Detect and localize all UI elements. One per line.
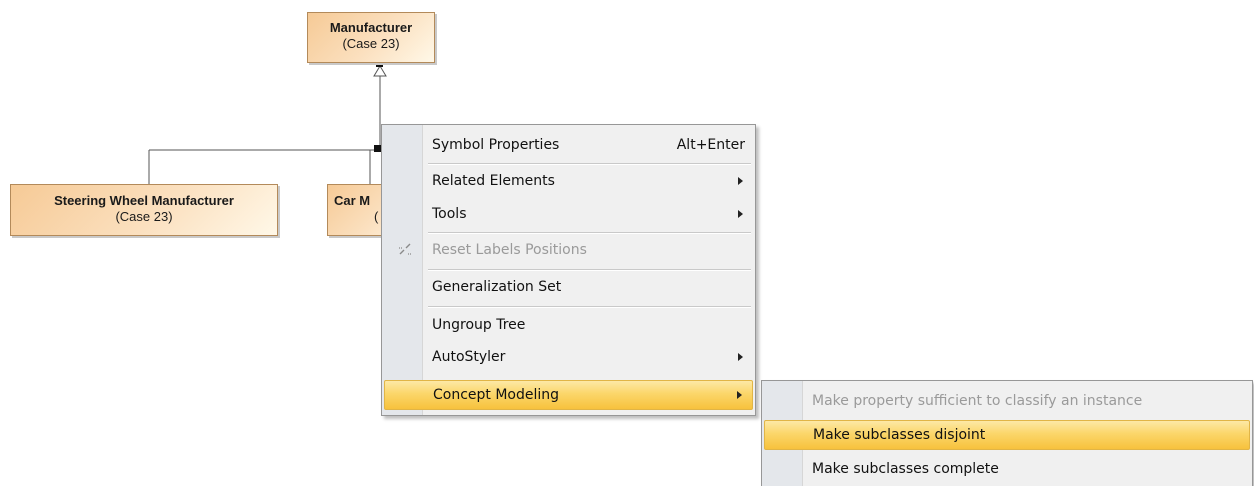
menu-item-reset-labels-positions[interactable]: Reset Labels Positions xyxy=(384,236,753,266)
menu-item-ungroup-tree[interactable]: Ungroup Tree xyxy=(384,311,753,341)
menu-item-label: Symbol Properties xyxy=(432,137,560,153)
menu-item-label: Make subclasses complete xyxy=(812,461,999,477)
submenu-item-make-subclasses-complete[interactable]: Make subclasses complete xyxy=(764,455,1250,485)
menu-item-label: AutoStyler xyxy=(432,349,506,365)
menu-item-related-elements[interactable]: Related Elements xyxy=(384,167,753,197)
submenu-item-make-property-sufficient[interactable]: Make property sufficient to classify an … xyxy=(764,387,1250,417)
concept-modeling-submenu: Make property sufficient to classify an … xyxy=(761,380,1253,486)
menu-item-autostyler[interactable]: AutoStyler xyxy=(384,343,753,373)
submenu-item-make-subclasses-disjoint[interactable]: Make subclasses disjoint xyxy=(764,420,1250,450)
menu-item-label: Concept Modeling xyxy=(433,387,560,403)
manufacturer-class[interactable]: Manufacturer (Case 23) xyxy=(307,12,435,63)
menu-separator xyxy=(428,232,751,234)
menu-item-label: Make property sufficient to classify an … xyxy=(812,393,1143,409)
submenu-arrow-icon xyxy=(738,353,743,361)
menu-item-concept-modeling[interactable]: Concept Modeling xyxy=(384,380,753,410)
submenu-arrow-icon xyxy=(738,210,743,218)
menu-separator xyxy=(428,163,751,165)
reset-labels-icon xyxy=(398,242,412,258)
menu-separator xyxy=(428,269,751,271)
menu-separator xyxy=(428,306,751,308)
submenu-arrow-icon xyxy=(738,177,743,185)
menu-item-label: Related Elements xyxy=(432,173,555,189)
menu-item-label: Generalization Set xyxy=(432,279,562,295)
menu-item-label: Tools xyxy=(432,206,467,222)
connector-handle-mid xyxy=(374,145,381,152)
class-title: Steering Wheel Manufacturer xyxy=(54,193,234,208)
menu-item-generalization-set[interactable]: Generalization Set xyxy=(384,273,753,303)
context-menu: Symbol Properties Alt+Enter Related Elem… xyxy=(381,124,756,416)
menu-item-label: Reset Labels Positions xyxy=(432,242,587,258)
menu-item-symbol-properties[interactable]: Symbol Properties Alt+Enter xyxy=(384,131,753,161)
menu-item-shortcut: Alt+Enter xyxy=(676,137,745,153)
class-title: Manufacturer xyxy=(329,20,413,35)
class-subtitle: (Case 23) xyxy=(342,36,400,51)
steering-wheel-manufacturer-class[interactable]: Steering Wheel Manufacturer (Case 23) xyxy=(10,184,278,236)
menu-item-tools[interactable]: Tools xyxy=(384,200,753,230)
menu-item-label: Make subclasses disjoint xyxy=(813,427,986,443)
menu-item-label: Ungroup Tree xyxy=(432,317,526,333)
submenu-arrow-icon xyxy=(737,391,742,399)
generalization-arrowhead xyxy=(373,65,387,77)
class-subtitle: (Case 23) xyxy=(115,209,173,224)
